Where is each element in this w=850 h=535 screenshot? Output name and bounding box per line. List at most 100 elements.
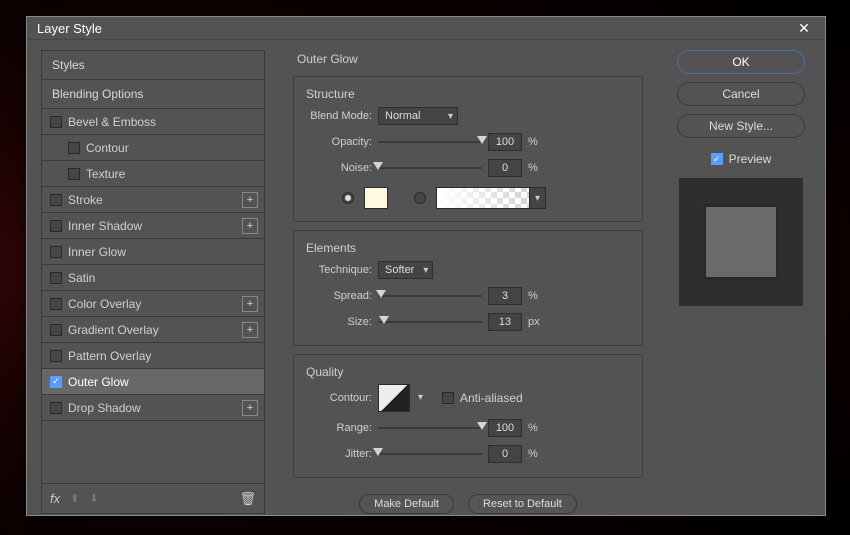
blend-mode-select[interactable]: Normal	[378, 107, 458, 125]
contour-label: Contour:	[306, 392, 372, 404]
gradient-radio[interactable]	[414, 192, 426, 204]
style-row-satin[interactable]: Satin	[42, 265, 264, 291]
size-slider[interactable]	[378, 313, 482, 331]
style-row-color-overlay[interactable]: Color Overlay +	[42, 291, 264, 317]
add-effect-icon[interactable]: +	[242, 322, 258, 338]
noise-slider[interactable]	[378, 159, 482, 177]
style-label: Color Overlay	[68, 297, 141, 311]
trash-icon[interactable]: 🗑	[239, 491, 256, 507]
jitter-slider[interactable]	[378, 445, 482, 463]
style-label: Pattern Overlay	[68, 349, 151, 363]
style-row-inner-glow[interactable]: Inner Glow	[42, 239, 264, 265]
style-checkbox[interactable]	[50, 272, 62, 284]
add-effect-icon[interactable]: +	[242, 400, 258, 416]
size-value[interactable]: 13	[488, 313, 522, 331]
jitter-value[interactable]: 0	[488, 445, 522, 463]
technique-select[interactable]: Softer	[378, 261, 433, 279]
styles-panel: Styles Blending Options Bevel & Emboss Co…	[41, 50, 265, 514]
style-label: Drop Shadow	[68, 401, 141, 415]
style-label: Inner Shadow	[68, 219, 142, 233]
add-effect-icon[interactable]: +	[242, 296, 258, 312]
make-default-button[interactable]: Make Default	[359, 494, 454, 514]
style-checkbox[interactable]	[50, 298, 62, 310]
ok-button[interactable]: OK	[677, 50, 805, 74]
titlebar: Layer Style ✕	[27, 17, 825, 40]
color-radio[interactable]	[342, 192, 354, 204]
quality-legend: Quality	[306, 365, 343, 379]
settings-title: Outer Glow	[293, 50, 643, 68]
spread-value[interactable]: 3	[488, 287, 522, 305]
range-unit: %	[528, 422, 544, 434]
technique-label: Technique:	[306, 264, 372, 276]
spread-label: Spread:	[306, 290, 372, 302]
preview-label: Preview	[729, 152, 772, 166]
new-style-button[interactable]: New Style...	[677, 114, 805, 138]
right-panel: OK Cancel New Style... Preview	[671, 50, 811, 514]
styles-heading[interactable]: Styles	[42, 51, 264, 80]
preview-box	[679, 178, 803, 306]
style-row-stroke[interactable]: Stroke +	[42, 187, 264, 213]
style-row-gradient-overlay[interactable]: Gradient Overlay+	[42, 317, 264, 343]
opacity-slider[interactable]	[378, 133, 482, 151]
style-label: Contour	[86, 141, 129, 155]
add-effect-icon[interactable]: +	[242, 218, 258, 234]
range-value[interactable]: 100	[488, 419, 522, 437]
fx-icon[interactable]: fx	[50, 491, 60, 506]
style-label: Outer Glow	[68, 375, 129, 389]
style-checkbox[interactable]	[68, 142, 80, 154]
opacity-unit: %	[528, 136, 544, 148]
move-up-icon[interactable]: ⬆	[70, 492, 79, 505]
opacity-value[interactable]: 100	[488, 133, 522, 151]
opacity-label: Opacity:	[306, 136, 372, 148]
elements-legend: Elements	[306, 241, 356, 255]
layer-style-dialog: Layer Style ✕ Styles Blending Options Be…	[26, 16, 826, 516]
style-checkbox[interactable]	[50, 246, 62, 258]
add-effect-icon[interactable]: +	[242, 192, 258, 208]
noise-unit: %	[528, 162, 544, 174]
style-label: Stroke	[68, 193, 103, 207]
style-row-contour[interactable]: Contour	[42, 135, 264, 161]
style-checkbox[interactable]	[50, 324, 62, 336]
spread-unit: %	[528, 290, 544, 302]
size-label: Size:	[306, 316, 372, 328]
style-row-texture[interactable]: Texture	[42, 161, 264, 187]
reset-default-button[interactable]: Reset to Default	[468, 494, 577, 514]
dialog-body: Styles Blending Options Bevel & Emboss Co…	[27, 40, 825, 526]
style-label: Satin	[68, 271, 95, 285]
color-swatch[interactable]	[364, 187, 388, 209]
styles-footer: fx ⬆ ⬇ 🗑	[42, 483, 264, 513]
style-checkbox[interactable]	[50, 350, 62, 362]
style-checkbox[interactable]	[50, 402, 62, 414]
style-row-pattern-overlay[interactable]: Pattern Overlay	[42, 343, 264, 369]
jitter-unit: %	[528, 448, 544, 460]
noise-label: Noise:	[306, 162, 372, 174]
antialias-checkbox[interactable]	[442, 392, 454, 404]
style-checkbox[interactable]	[50, 376, 62, 388]
style-checkbox[interactable]	[50, 116, 62, 128]
blend-mode-label: Blend Mode:	[306, 110, 372, 122]
range-slider[interactable]	[378, 419, 482, 437]
range-label: Range:	[306, 422, 372, 434]
noise-value[interactable]: 0	[488, 159, 522, 177]
style-checkbox[interactable]	[50, 194, 62, 206]
preview-swatch	[706, 207, 776, 277]
gradient-swatch[interactable]: ▾	[436, 187, 546, 209]
style-row-outer-glow[interactable]: Outer Glow	[42, 369, 264, 395]
blending-options[interactable]: Blending Options	[42, 80, 264, 109]
preview-checkbox[interactable]	[711, 153, 723, 165]
style-row-inner-shadow[interactable]: Inner Shadow +	[42, 213, 264, 239]
size-unit: px	[528, 316, 544, 328]
cancel-button[interactable]: Cancel	[677, 82, 805, 106]
style-checkbox[interactable]	[50, 220, 62, 232]
quality-group: Quality Contour: Anti-aliased Range: 100…	[293, 354, 643, 478]
style-row-bevel-emboss[interactable]: Bevel & Emboss	[42, 109, 264, 135]
style-row-drop-shadow[interactable]: Drop Shadow +	[42, 395, 264, 421]
elements-group: Elements Technique: Softer Spread: 3 % S…	[293, 230, 643, 346]
style-label: Bevel & Emboss	[68, 115, 156, 129]
close-icon[interactable]: ✕	[793, 17, 815, 39]
chevron-down-icon[interactable]: ▾	[529, 188, 545, 208]
move-down-icon[interactable]: ⬇	[89, 492, 98, 505]
style-checkbox[interactable]	[68, 168, 80, 180]
contour-picker[interactable]	[378, 384, 410, 412]
spread-slider[interactable]	[378, 287, 482, 305]
